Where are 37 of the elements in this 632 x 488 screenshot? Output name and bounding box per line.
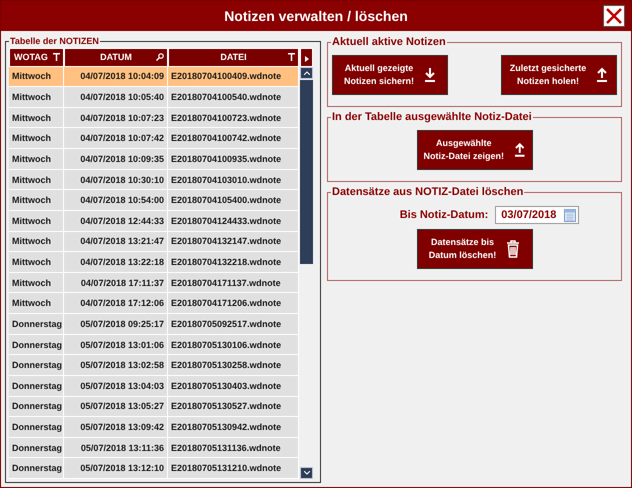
table-cell: E20180705131210.wdnote [168,458,299,479]
table-row[interactable]: Donnerstag 05/07/2018 13:02:58 E20180705130258.wdnote [9,355,299,376]
table-row[interactable]: Donnerstag 05/07/2018 09:25:17 E20180705092517.wdnote [9,314,299,335]
table-row[interactable]: Donnerstag 05/07/2018 13:11:36 E20180705131136.wdnote [9,438,299,458]
table-row[interactable]: Donnerstag 05/07/2018 13:04:03 E20180705130403.wdnote [9,376,299,397]
group-title: Datensätze aus NOTIZ-Datei löschen [331,186,524,198]
table-row[interactable]: Mittwoch 04/07/2018 13:22:18 E20180704132218.wdnote [9,252,299,273]
table-row[interactable]: Mittwoch 04/07/2018 17:12:06 E20180704171206.wdnote [9,293,299,314]
table-row[interactable]: Mittwoch 04/07/2018 10:07:23 E20180704100723.wdnote [9,108,299,128]
table-cell: Donnerstag [9,458,64,479]
window-title: Notizen verwalten / löschen [224,8,408,24]
table-row[interactable]: Mittwoch 04/07/2018 10:09:35 E20180704100935.wdnote [9,149,299,170]
table-row[interactable]: Donnerstag 05/07/2018 13:12:10 E20180705131210.wdnote [9,458,299,479]
table-row[interactable]: Donnerstag 05/07/2018 13:01:06 E20180705130106.wdnote [9,334,299,356]
group-title: In der Tabelle ausgewählte Notiz-Datei [331,111,533,123]
column-header[interactable]: DATEI [168,48,299,67]
column-header[interactable]: DATUM [64,48,168,67]
group-title: Tabelle der NOTIZEN [9,36,100,46]
table-row[interactable]: Mittwoch 04/07/2018 10:30:10 E20180704103010.wdnote [9,170,299,190]
column-header[interactable]: WOTAG [9,48,64,67]
table-row[interactable]: Mittwoch 04/07/2018 17:11:37 E20180704171137.wdnote [9,272,299,294]
table-row[interactable]: Mittwoch 04/07/2018 10:04:09 E20180704100409.wdnote [9,66,299,88]
table-cell: 05/07/2018 13:12:10 [64,458,168,479]
action-button[interactable]: Datensätze bis Datum löschen! [416,229,532,269]
action-button[interactable]: Ausgewählte Notiz-Datei zeigen! [416,130,532,170]
table-row[interactable]: Donnerstag 05/07/2018 13:09:42 E20180705130942.wdnote [9,417,299,438]
date-label: Bis Notiz-Datum: [400,209,488,221]
table-row[interactable]: Mittwoch 04/07/2018 10:54:00 E20180704105400.wdnote [9,190,299,211]
group-title: Aktuell aktive Notizen [331,36,447,48]
table-row[interactable]: Mittwoch 04/07/2018 10:07:42 E20180704100742.wdnote [9,128,299,150]
table-row[interactable]: Mittwoch 04/07/2018 13:21:47 E20180704132147.wdnote [9,232,299,252]
table-row[interactable]: Mittwoch 04/07/2018 10:05:40 E20180704100540.wdnote [9,87,299,108]
table-row[interactable]: Mittwoch 04/07/2018 12:44:33 E20180704124433.wdnote [9,210,299,232]
date-field[interactable]: 03/07/2018 [495,206,580,224]
action-button[interactable]: Zuletzt gesicherte Notizen holen! [501,55,617,95]
table-row[interactable]: Donnerstag 05/07/2018 13:05:27 E20180705130527.wdnote [9,396,299,418]
action-button[interactable]: Aktuell gezeigte Notizen sichern! [332,55,448,95]
